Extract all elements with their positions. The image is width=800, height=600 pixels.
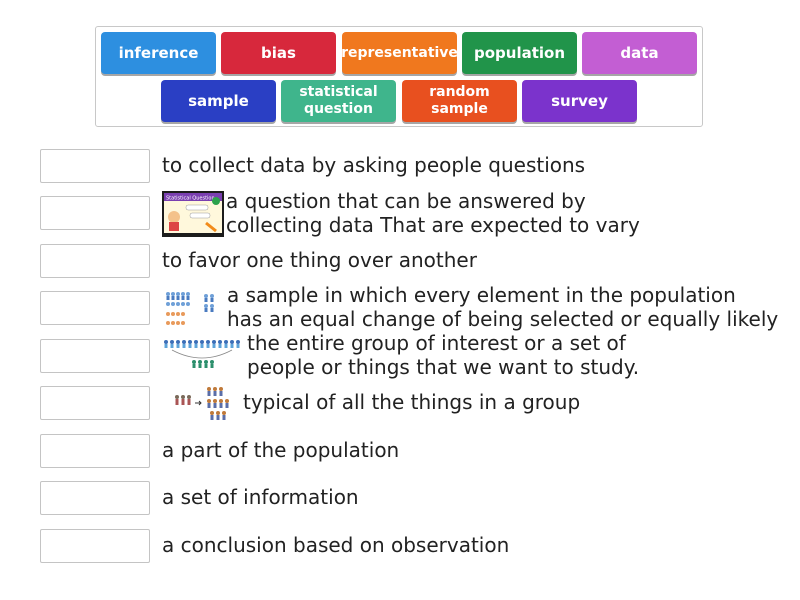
- tile-inference[interactable]: inference: [101, 32, 216, 74]
- match-row: a set of information: [40, 481, 780, 517]
- description-text: a question that can be answered by colle…: [226, 189, 640, 237]
- description-text: a set of information: [162, 485, 359, 509]
- tile-data[interactable]: data: [582, 32, 697, 74]
- tile-population[interactable]: population: [462, 32, 577, 74]
- drop-slot[interactable]: [40, 244, 150, 278]
- description-text: the entire group of interest or a set of…: [247, 331, 640, 379]
- description-text: a part of the population: [162, 438, 400, 462]
- match-row: Statistical Question a question that can…: [40, 189, 780, 237]
- match-row: to favor one thing over another: [40, 244, 780, 280]
- tile-bias[interactable]: bias: [221, 32, 336, 74]
- tile-sample[interactable]: sample: [161, 80, 276, 122]
- match-row: a sample in which every element in the p…: [40, 283, 780, 331]
- tile-random-sample[interactable]: random sample: [402, 80, 517, 122]
- drop-slot[interactable]: [40, 386, 150, 420]
- drop-slot[interactable]: [40, 434, 150, 468]
- match-row: the entire group of interest or a set of…: [40, 331, 780, 379]
- description-text: to favor one thing over another: [162, 248, 477, 272]
- match-row: a conclusion based on observation: [40, 529, 780, 565]
- drop-slot[interactable]: [40, 481, 150, 515]
- tile-representative[interactable]: representative: [341, 32, 458, 74]
- description-text: a sample in which every element in the p…: [227, 283, 779, 331]
- statistical-question-thumbnail: Statistical Question: [162, 191, 224, 237]
- representative-thumbnail: [165, 383, 235, 423]
- drop-slot[interactable]: [40, 149, 150, 183]
- tile-statistical-question[interactable]: statistical question: [281, 80, 396, 122]
- tile-survey[interactable]: survey: [522, 80, 637, 122]
- match-row: typical of all the things in a group: [40, 383, 780, 423]
- match-row: a part of the population: [40, 434, 780, 470]
- drop-slot[interactable]: [40, 339, 150, 373]
- description-text: to collect data by asking people questio…: [162, 153, 586, 177]
- population-thumbnail: [162, 334, 244, 374]
- thumbnail-title: Statistical Question: [166, 196, 215, 202]
- drop-slot[interactable]: [40, 196, 150, 230]
- description-text: a conclusion based on observation: [162, 533, 510, 557]
- description-text: typical of all the things in a group: [243, 390, 581, 414]
- drop-slot[interactable]: [40, 529, 150, 563]
- drop-slot[interactable]: [40, 291, 150, 325]
- match-row: to collect data by asking people questio…: [40, 149, 780, 185]
- random-sample-thumbnail: [162, 286, 220, 330]
